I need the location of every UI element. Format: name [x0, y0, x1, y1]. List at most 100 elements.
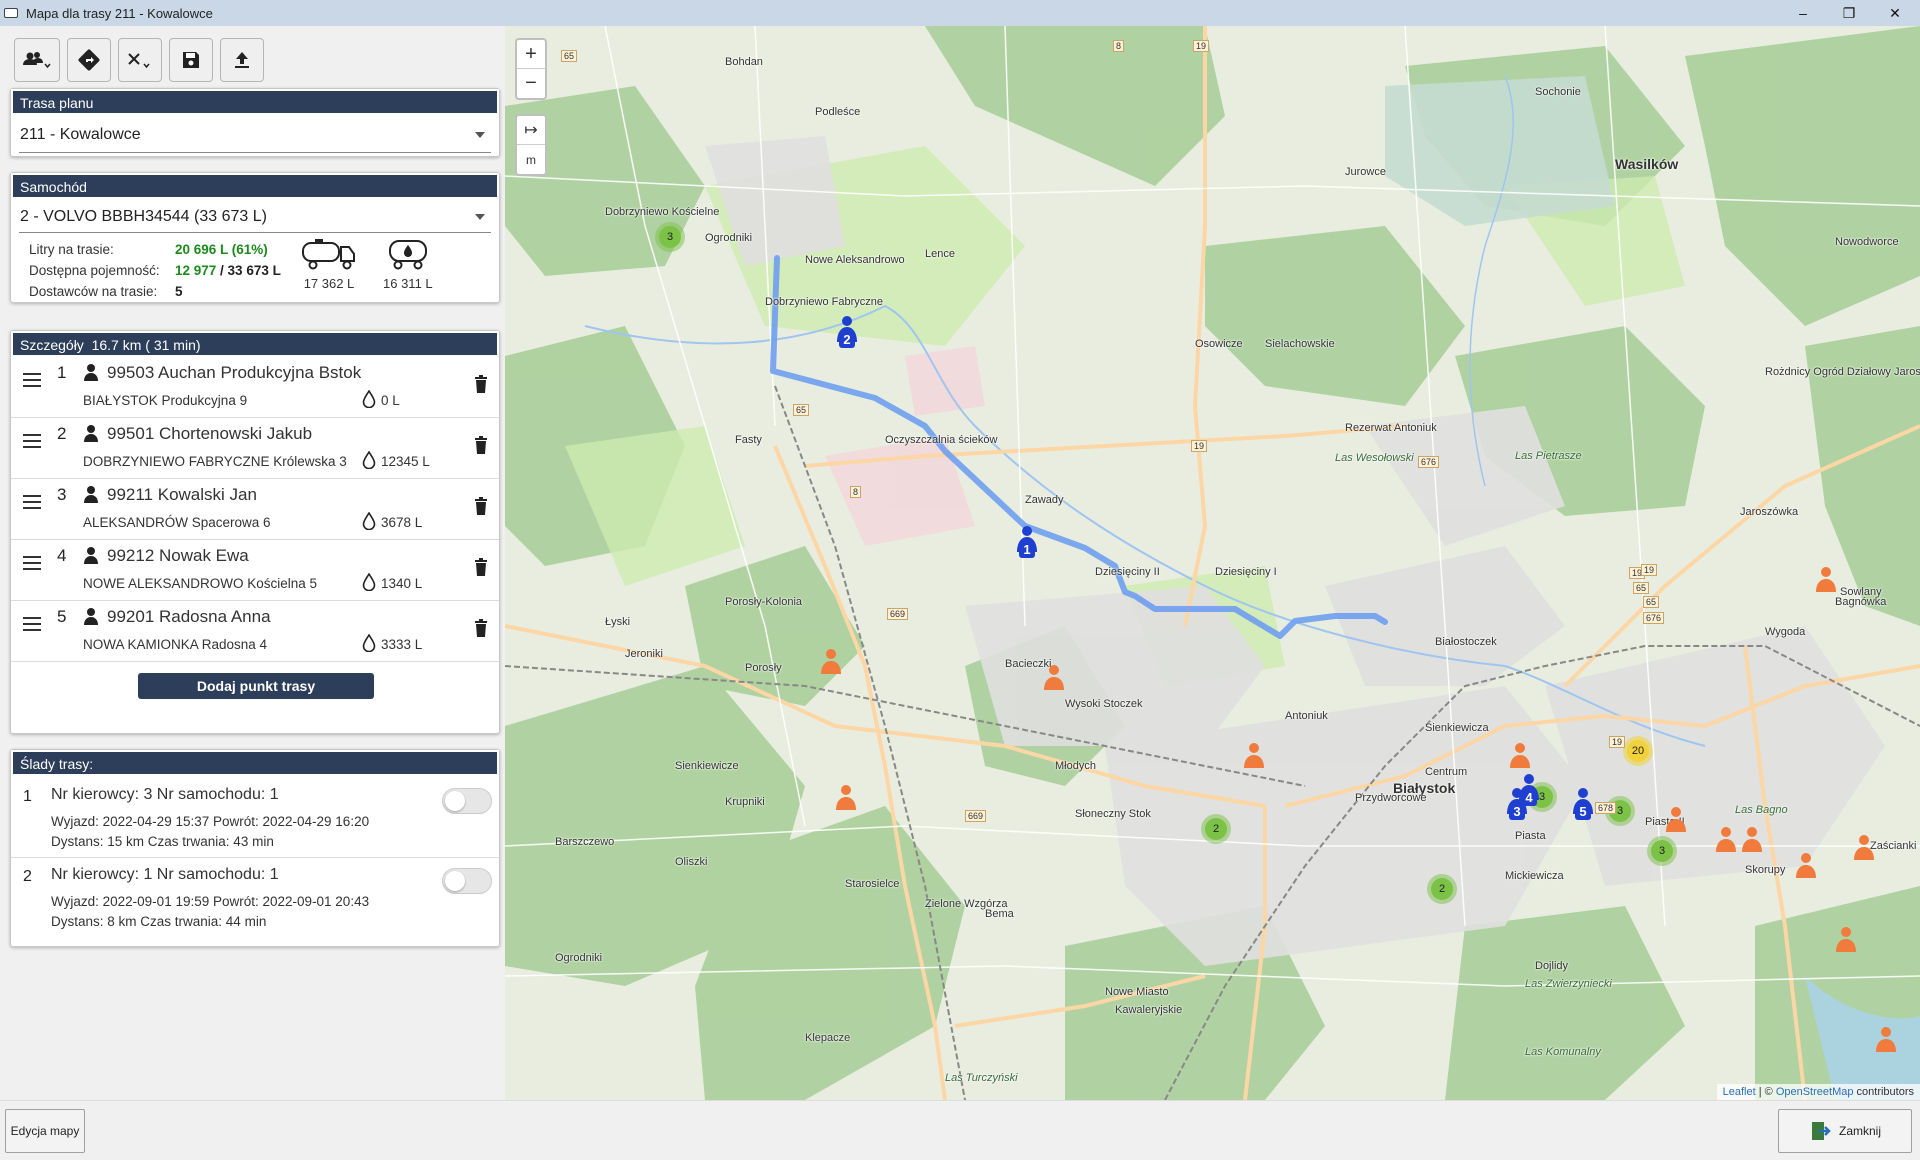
route-plan-value: 211 - Kowalowce: [20, 125, 141, 143]
attribution-text: contributors: [1853, 1086, 1914, 1098]
road-number-shield: 19: [1193, 40, 1210, 52]
cluster-marker[interactable]: 20: [1623, 736, 1653, 766]
cluster-count: 3: [1651, 840, 1673, 862]
stop-address: ALEKSANDRÓW Spacerowa 6: [83, 515, 271, 530]
close-window-button[interactable]: ✕: [1872, 0, 1918, 26]
trash-icon: [475, 375, 487, 393]
drag-handle-icon[interactable]: [23, 434, 41, 452]
trace-toggle[interactable]: [442, 868, 492, 894]
route-stop-row[interactable]: 3 99211 Kowalski Jan ALEKSANDRÓW Spacerowa…: [11, 479, 499, 540]
map-label: Wysoki Stoczek: [1065, 698, 1143, 710]
person-marker-icon: [1510, 743, 1530, 768]
stop-title: 99201 Radosna Anna: [107, 607, 271, 626]
suppliers-value: 5: [175, 284, 183, 299]
stop-number: 3: [57, 485, 67, 504]
trace-distance: Dystans: 8 km Czas trwania: 44 min: [51, 914, 267, 929]
vehicle-select[interactable]: 2 - VOLVO BBBH34544 (33 673 L): [19, 201, 491, 233]
delete-stop-button[interactable]: [474, 436, 488, 459]
save-icon: [183, 52, 199, 68]
drag-handle-icon[interactable]: [23, 373, 41, 391]
trace-number: 2: [23, 868, 32, 885]
route-trace-item: 2 Nr kierowcy: 1 Nr samochodu: 1 Wyjazd: 2…: [11, 858, 499, 938]
cluster-marker[interactable]: 2: [1201, 814, 1231, 844]
route-stop-marker[interactable]: 5: [1571, 788, 1595, 822]
save-button[interactable]: [169, 38, 213, 82]
person-marker-icon: [1244, 743, 1264, 768]
delete-stop-button[interactable]: [474, 375, 488, 398]
map-label: Klepacze: [805, 1032, 851, 1044]
person-icon: [84, 608, 98, 625]
map-canvas[interactable]: [505, 26, 1920, 1100]
attribution-separator: | ©: [1755, 1086, 1776, 1098]
road-number-shield: 19: [1191, 440, 1208, 452]
exit-icon: [1811, 1122, 1831, 1140]
maximize-button[interactable]: ❐: [1826, 0, 1872, 26]
zoom-out-button[interactable]: −: [517, 69, 545, 98]
map-label: Młodych: [1055, 760, 1096, 772]
vehicle-card: Samochód 2 - VOLVO BBBH34544 (33 673 L) …: [10, 172, 500, 303]
stop-liters: 0 L: [381, 393, 400, 408]
person-icon: [84, 425, 98, 442]
stop-number: 1: [57, 363, 67, 382]
cluster-marker[interactable]: 3: [655, 222, 685, 252]
unit-toggle[interactable]: m: [517, 145, 545, 174]
left-panel: Trasa planu 211 - Kowalowce Samochód 2 -…: [0, 26, 505, 1100]
route-stop-row[interactable]: 1 99503 Auchan Produkcyjna Bstok BIAŁYSTOK…: [11, 357, 499, 418]
upload-button[interactable]: [220, 38, 264, 82]
drag-handle-icon[interactable]: [23, 495, 41, 513]
minimize-button[interactable]: –: [1780, 0, 1826, 26]
osm-link[interactable]: OpenStreetMap: [1776, 1086, 1854, 1098]
map-label: Ogrodniki: [555, 952, 603, 964]
add-route-point-button[interactable]: Dodaj punkt trasy: [138, 673, 374, 699]
leaflet-link[interactable]: Leaflet: [1723, 1086, 1756, 1098]
person-marker-icon: [1796, 853, 1816, 878]
route-stop-row[interactable]: 5 99201 Radosna Anna NOWA KAMIONKA Radosna…: [11, 601, 499, 662]
delete-stop-button[interactable]: [474, 558, 488, 581]
trace-toggle[interactable]: [442, 788, 492, 814]
map-label: Starosielce: [845, 878, 900, 890]
map-label: Nowe Miasto: [1105, 986, 1169, 998]
person-marker-icon: [1716, 827, 1736, 852]
trash-icon: [475, 436, 487, 454]
route-stop-marker[interactable]: 4: [1517, 774, 1541, 808]
delete-stop-button[interactable]: [474, 497, 488, 520]
measure-icon[interactable]: ↦: [517, 116, 545, 145]
map-label: Porosły: [745, 662, 782, 674]
route-button[interactable]: [67, 38, 111, 82]
cluster-marker[interactable]: 2: [1427, 874, 1457, 904]
drop-icon: [362, 511, 376, 531]
route-stop-marker[interactable]: 2: [835, 316, 859, 350]
vehicle-stats: Litry na trasie: 20 696 L (61%) Dostępna …: [29, 239, 281, 302]
person-marker-icon: [1836, 927, 1856, 952]
route-plan-select[interactable]: 211 - Kowalowce: [19, 117, 491, 153]
tank-truck: 17 362 L: [301, 237, 357, 291]
map-label: Nowodworce: [1835, 236, 1899, 248]
drivers-button[interactable]: [14, 38, 60, 82]
vehicle-value: 2 - VOLVO BBBH34544 (33 673 L): [20, 207, 267, 225]
remove-button[interactable]: [118, 38, 162, 82]
drag-handle-icon[interactable]: [23, 556, 41, 574]
close-button[interactable]: Zamknij: [1778, 1109, 1912, 1153]
tank2-capacity: 16 311 L: [383, 276, 433, 291]
stop-liters: 3333 L: [381, 637, 423, 652]
map-view[interactable]: Bohdan Podleśce Sochonie Wasilków Jurowce Now…: [505, 26, 1920, 1100]
delete-stop-button[interactable]: [474, 619, 488, 642]
person-marker-icon: [1876, 1027, 1896, 1052]
details-title: Szczegóły: [20, 337, 84, 353]
map-label: Białostoczek: [1435, 636, 1497, 648]
cluster-marker[interactable]: 3: [1647, 836, 1677, 866]
drag-handle-icon[interactable]: [23, 617, 41, 635]
toolbar: [14, 38, 264, 82]
edit-map-button[interactable]: Edycja mapy: [5, 1109, 85, 1153]
route-stop-row[interactable]: 4 99212 Nowak Ewa NOWE ALEKSANDROWO Koście…: [11, 540, 499, 601]
zoom-in-button[interactable]: +: [517, 40, 545, 69]
vehicle-header: Samochód: [11, 173, 499, 197]
capacity-free: 12 977: [175, 263, 217, 278]
map-label: Skorupy: [1745, 864, 1786, 876]
route-stop-marker[interactable]: 1: [1015, 526, 1039, 560]
route-plan-header: Trasa planu: [11, 89, 499, 113]
route-stop-row[interactable]: 2 99501 Chortenowski Jakub DOBRZYNIEWO FAB…: [11, 418, 499, 479]
map-label: Mickiewicza: [1505, 870, 1564, 882]
road-number-shield: 8: [850, 486, 862, 498]
suppliers-label: Dostawców na trasie:: [29, 284, 158, 299]
